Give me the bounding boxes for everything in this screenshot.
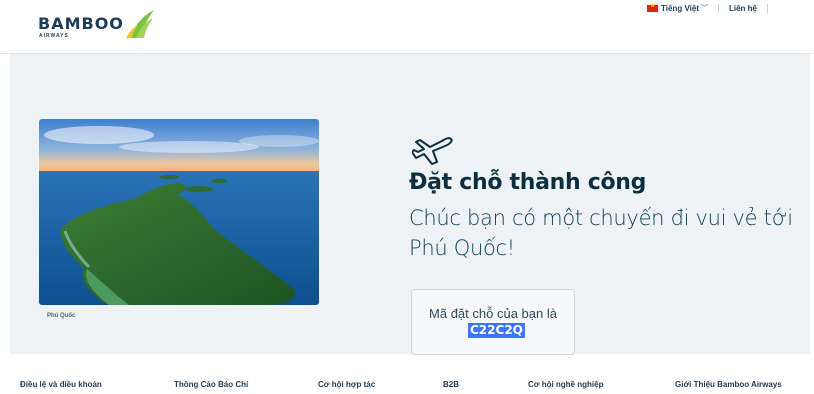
top-nav: Tiếng Việt ﹀ Liên hệ [647, 2, 778, 13]
success-subtitle: Chúc bạn có một chuyến đi vui vẻ tới Phú… [409, 206, 793, 260]
language-selector[interactable]: Tiếng Việt [661, 4, 699, 13]
footer-link-terms[interactable]: Điều lệ và điều khoản [20, 380, 102, 389]
nav-divider [717, 3, 719, 13]
chevron-down-icon[interactable]: ﹀ [701, 3, 708, 13]
footer-link-press[interactable]: Thông Cáo Báo Chí [174, 380, 248, 389]
footer-link-careers[interactable]: Cơ hội nghề nghiệp [528, 380, 603, 389]
logo-wordmark: BAMBOO [38, 14, 124, 33]
nav-divider [767, 3, 768, 13]
footer-link-partnership[interactable]: Cơ hội hợp tác [318, 380, 375, 389]
bamboo-leaf-icon [125, 10, 154, 38]
booking-code-label: Mã đặt chỗ của bạn là [429, 306, 557, 321]
vietnam-flag-icon [647, 2, 659, 12]
bamboo-airways-logo[interactable]: BAMBOO AIRWAYS [38, 6, 156, 42]
destination-photo [39, 119, 319, 305]
success-title: Đặt chỗ thành công [409, 170, 647, 195]
photo-caption: Phú Quốc [47, 313, 76, 319]
contact-link[interactable]: Liên hệ [729, 4, 757, 13]
booking-code-box: Mã đặt chỗ của bạn là C22C2Q [411, 289, 575, 355]
footer-link-b2b[interactable]: B2B [443, 380, 459, 389]
airplane-icon [412, 137, 453, 165]
logo-subtext: AIRWAYS [39, 33, 69, 39]
footer-link-about[interactable]: Giới Thiệu Bamboo Airways [675, 380, 782, 389]
site-header: BAMBOO AIRWAYS Tiếng Việt ﹀ Liên hệ [0, 0, 814, 54]
booking-code[interactable]: C22C2Q [468, 323, 525, 338]
